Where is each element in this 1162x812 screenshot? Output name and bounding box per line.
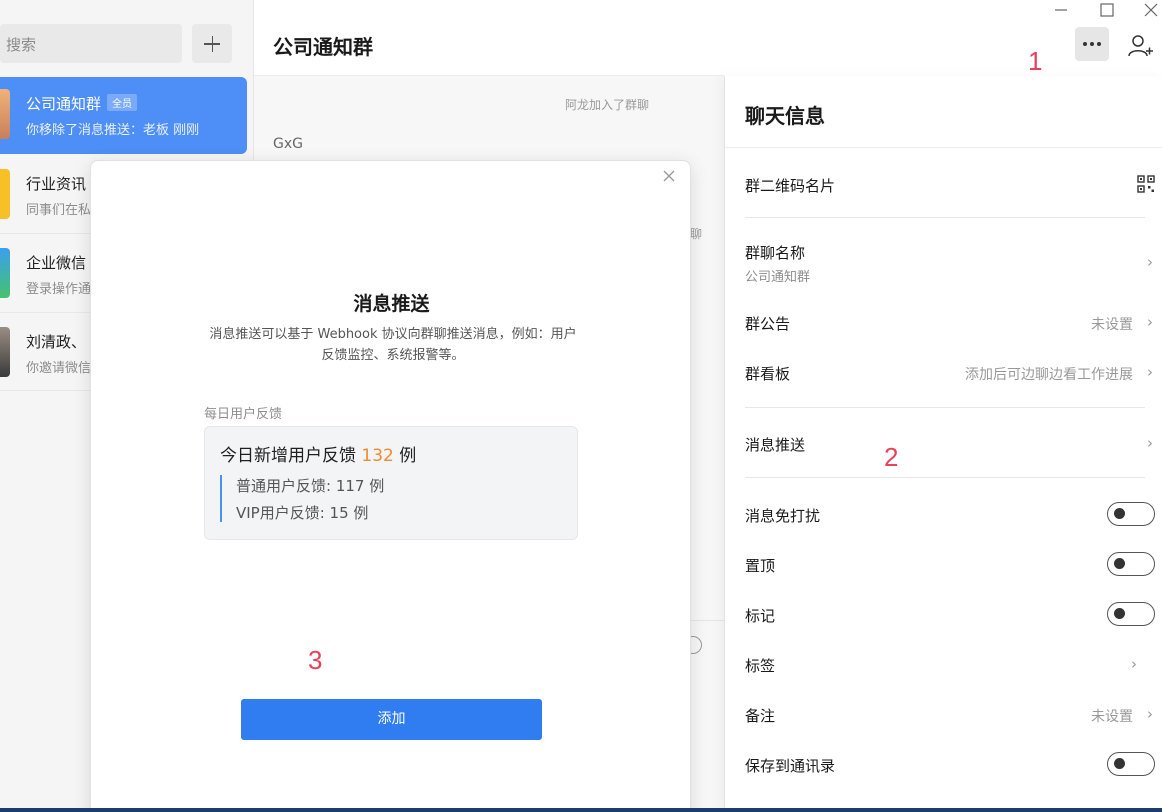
group-board-value: 添加后可边聊边看工作进展 [965, 367, 1133, 383]
search-placeholder: 搜索 [6, 36, 37, 54]
do-not-disturb-toggle[interactable] [1107, 502, 1155, 526]
example-message-card: 今日新增用户反馈 132 例 普通用户反馈: 117 例 VIP用户反馈: 15… [204, 426, 578, 540]
chat-title: 公司通知群 [273, 35, 373, 59]
group-avatar [0, 169, 10, 219]
system-message: 阿龙加入了群聊 [565, 98, 650, 112]
chevron-right-icon: › [1147, 705, 1153, 723]
header-divider [254, 75, 724, 76]
pin-label: 置顶 [745, 557, 776, 575]
toggle-knob [1114, 758, 1125, 769]
headline-prefix: 今日新增用户反馈 [220, 446, 362, 466]
add-button[interactable]: 添加 [241, 699, 542, 740]
group-name-label: 群聊名称 [745, 244, 806, 262]
message-push-label: 消息推送 [745, 436, 806, 454]
toggle-knob [1114, 608, 1125, 619]
maximize-icon[interactable] [1099, 2, 1115, 22]
conversation-preview: 你移除了消息推送：老板 刚刚 [26, 123, 200, 138]
group-notice-label: 群公告 [745, 315, 791, 333]
headline-suffix: 例 [393, 446, 417, 466]
mark-toggle[interactable] [1107, 602, 1155, 626]
user-avatar [0, 327, 10, 377]
conversation-name-wrap: 公司通知群 全员 [26, 93, 138, 114]
create-button[interactable] [192, 24, 232, 63]
headline-number: 132 [361, 446, 394, 466]
message-sender: GxG [273, 136, 303, 152]
dialog-title: 消息推送 [353, 293, 430, 315]
qr-card-label: 群二维码名片 [745, 177, 836, 195]
annotation-3: 3 [308, 645, 323, 675]
remark-value: 未设置 [1091, 709, 1133, 725]
add-person-icon [1128, 35, 1153, 57]
conversation-name: 企业微信 [26, 254, 87, 272]
group-name-value: 公司通知群 [745, 270, 811, 285]
more-dots-icon [1083, 42, 1101, 46]
wecom-avatar [0, 248, 10, 298]
divider [745, 477, 1145, 478]
save-to-contacts-toggle[interactable] [1107, 752, 1155, 776]
chevron-right-icon: › [1131, 655, 1137, 673]
system-message-fragment: 聊 [690, 227, 703, 241]
do-not-disturb-label: 消息免打扰 [745, 507, 821, 525]
toggle-knob [1114, 558, 1125, 569]
example-label: 每日用户反馈 [204, 407, 283, 422]
example-line-vip: VIP用户反馈: 15 例 [236, 504, 369, 522]
divider [745, 217, 1145, 218]
taskbar-strip [0, 808, 1162, 812]
close-window-icon[interactable] [1143, 2, 1159, 22]
message-push-dialog: 消息推送 消息推送可以基于 Webhook 协议向群聊推送消息，例如：用户反馈监… [90, 160, 691, 812]
dialog-description: 消息推送可以基于 Webhook 协议向群聊推送消息，例如：用户反馈监控、系统报… [209, 327, 577, 363]
example-line-regular: 普通用户反馈: 117 例 [236, 477, 385, 495]
chat-info-panel: 聊天信息 群二维码名片 群聊名称 公司通知群 › 群公告 未设置 › 群看板 添… [724, 76, 1162, 812]
example-headline: 今日新增用户反馈 132 例 [220, 441, 416, 466]
quote-bar [220, 475, 222, 522]
mark-label: 标记 [745, 607, 776, 625]
save-to-contacts-label: 保存到通讯录 [745, 757, 836, 775]
chevron-right-icon: › [1147, 434, 1153, 452]
conversation-preview: 登录操作通 [26, 282, 92, 297]
search-input[interactable]: 搜索 [0, 24, 182, 63]
conversation-preview: 同事们在私 [26, 203, 92, 218]
more-options-button[interactable] [1075, 27, 1109, 61]
conversation-preview: 你邀请微信 [26, 361, 92, 376]
chevron-right-icon: › [1147, 253, 1153, 271]
conversation-item-company-notice[interactable]: 公司通知群 全员 你移除了消息推送：老板 刚刚 [0, 77, 247, 154]
tag-label: 标签 [745, 657, 776, 675]
chevron-right-icon: › [1147, 363, 1153, 381]
divider [745, 407, 1145, 408]
conversation-name: 刘清政、 [26, 333, 87, 351]
chevron-right-icon: › [1147, 313, 1153, 331]
all-members-badge: 全员 [107, 94, 138, 111]
add-member-button[interactable] [1126, 32, 1154, 60]
panel-title-divider [725, 147, 1162, 148]
pin-toggle[interactable] [1107, 552, 1155, 576]
annotation-2: 2 [884, 442, 899, 472]
close-icon[interactable] [662, 167, 676, 188]
group-notice-value: 未设置 [1091, 317, 1133, 333]
conversation-name: 公司通知群 [26, 95, 102, 113]
conversation-name: 行业资讯 [26, 175, 87, 193]
qr-code-icon [1137, 175, 1155, 193]
group-board-label: 群看板 [745, 365, 791, 383]
annotation-1: 1 [1028, 46, 1043, 76]
remark-label: 备注 [745, 707, 776, 725]
group-avatar [0, 89, 10, 139]
minimize-icon[interactable] [1053, 2, 1069, 22]
toggle-knob [1114, 508, 1125, 519]
panel-title: 聊天信息 [745, 104, 825, 128]
